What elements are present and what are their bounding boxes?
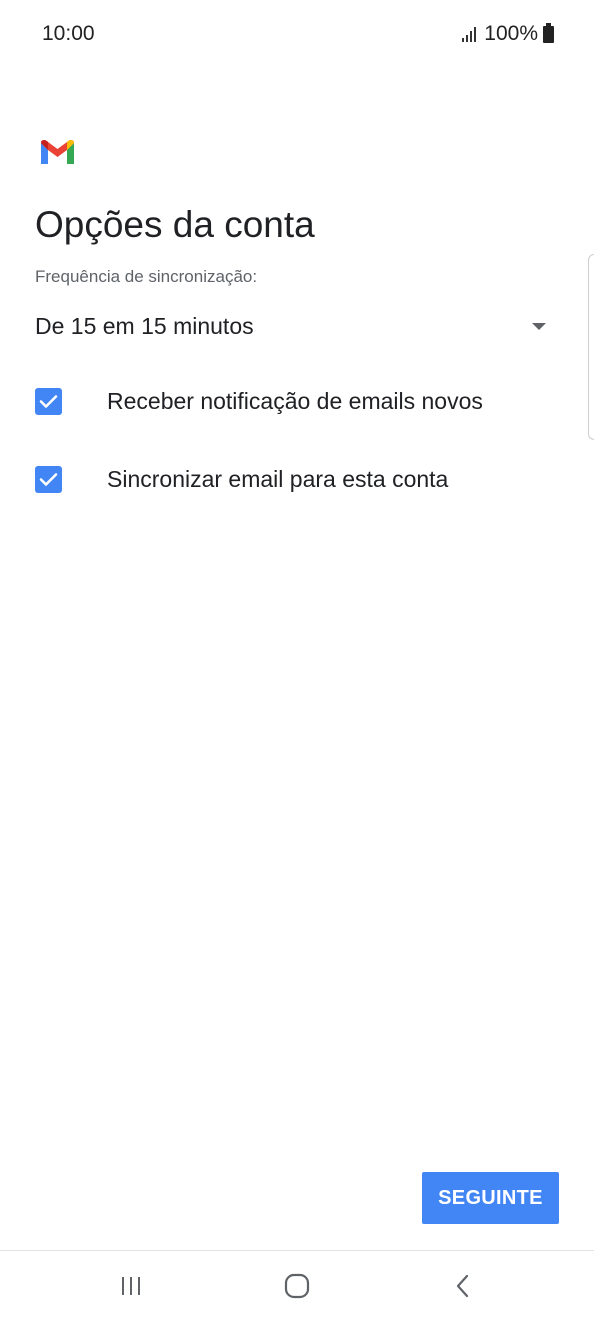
status-indicators: 100% [462, 22, 554, 46]
navigation-bar [0, 1251, 594, 1320]
back-icon [456, 1274, 469, 1298]
notify-new-emails-option[interactable]: Receber notificação de emails novos [35, 381, 483, 421]
edge-panel-handle[interactable] [588, 254, 594, 440]
sync-email-option[interactable]: Sincronizar email para esta conta [35, 459, 448, 499]
sync-frequency-label: Frequência de sincronização: [35, 267, 258, 286]
sync-email-checkbox[interactable] [35, 465, 62, 493]
sync-email-label: Sincronizar email para esta conta [107, 465, 449, 492]
status-time: 10:00 [42, 22, 95, 45]
page-title: Opções da conta [35, 204, 315, 245]
battery-percent: 100% [484, 22, 538, 45]
sync-frequency-value: De 15 em 15 minutos [35, 312, 254, 339]
notify-new-emails-checkbox[interactable] [35, 387, 62, 415]
recents-icon [122, 1277, 140, 1295]
checkmark-icon [39, 394, 58, 408]
status-bar: 10:00 100% [0, 0, 594, 68]
home-button[interactable] [277, 1269, 317, 1303]
gmail-logo-icon [41, 140, 74, 164]
screen: 10:00 100% Opções da conta Frequência de… [0, 0, 594, 1320]
signal-icon [462, 26, 477, 42]
sync-frequency-dropdown[interactable]: De 15 em 15 minutos [35, 306, 550, 346]
battery-icon [543, 22, 554, 43]
home-icon [284, 1273, 310, 1299]
back-button[interactable] [443, 1269, 483, 1303]
recents-button[interactable] [111, 1269, 151, 1303]
checkmark-icon [39, 472, 58, 486]
notify-new-emails-label: Receber notificação de emails novos [107, 387, 483, 414]
next-button[interactable]: SEGUINTE [422, 1172, 559, 1224]
dropdown-arrow-icon [532, 322, 546, 330]
